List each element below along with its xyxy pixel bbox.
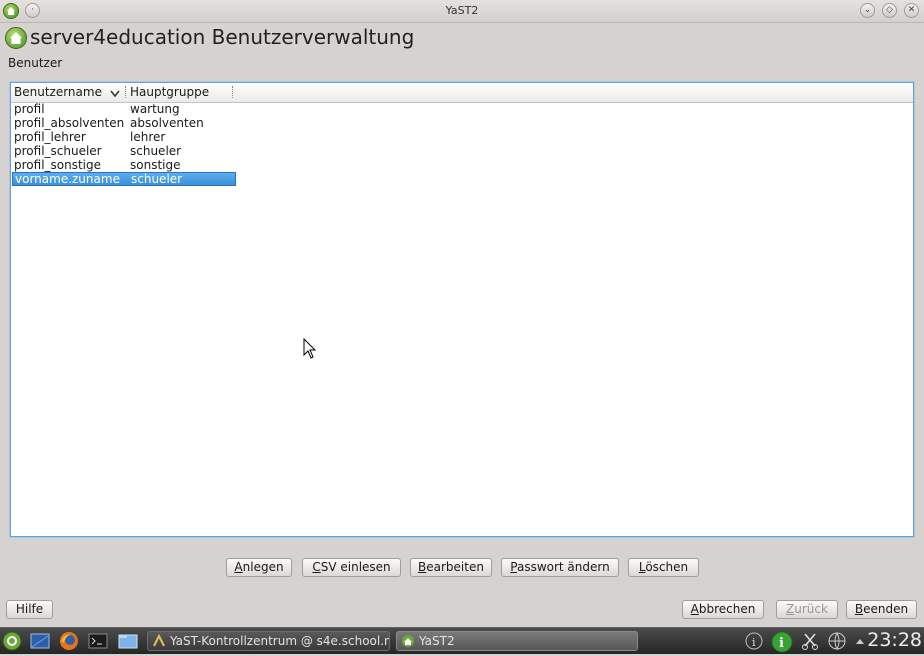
table-header: Benutzername Hauptgruppe [11, 83, 913, 103]
table-row[interactable]: profil_sonstige sonstige [11, 158, 235, 172]
back-button[interactable]: Zurück [776, 600, 838, 619]
svg-text:i: i [752, 636, 756, 649]
close-icon[interactable]: ✕ [904, 3, 919, 18]
user-table[interactable]: Benutzername Hauptgruppe profil wartung … [10, 82, 914, 537]
clock[interactable]: 23:28 [867, 629, 922, 651]
table-row-selected[interactable]: vorname.zuname schueler [12, 172, 236, 186]
scissors-icon[interactable] [799, 631, 821, 651]
cell-username: profil [14, 102, 45, 116]
finish-button[interactable]: Beenden [846, 600, 917, 619]
update-notifier-icon[interactable]: i [770, 631, 793, 653]
minimize-icon[interactable]: ⌄ [860, 3, 875, 18]
cell-group: schueler [131, 172, 183, 186]
section-label: Benutzer [8, 56, 63, 70]
bearbeiten-button[interactable]: Bearbeiten [410, 558, 492, 577]
help-button[interactable]: Hilfe [6, 600, 53, 619]
firefox-icon[interactable] [58, 631, 80, 651]
taskbar: YaST-Kontrollzentrum @ s4e.school.ne YaS… [0, 627, 924, 654]
column-header-username[interactable]: Benutzername [14, 85, 102, 99]
window-title: YaST2 [445, 4, 479, 17]
cell-group: lehrer [130, 130, 166, 144]
table-row[interactable]: profil wartung [11, 102, 235, 116]
title-bar[interactable]: · YaST2 ⌄ ◇ ✕ [0, 0, 924, 23]
anlegen-button[interactable]: Anlegen [226, 558, 292, 577]
passwort-aendern-button[interactable]: Passwort ändern [501, 558, 619, 577]
tray-expand-icon[interactable] [853, 631, 867, 651]
desktop-icon[interactable] [29, 631, 51, 651]
cell-group: schueler [130, 144, 182, 158]
column-separator[interactable] [125, 86, 127, 98]
task-yast-kontrollzentrum[interactable]: YaST-Kontrollzentrum @ s4e.school.ne [147, 631, 390, 651]
cell-username: profil_sonstige [14, 158, 102, 172]
loeschen-button[interactable]: Löschen [628, 558, 699, 577]
application-menu-icon[interactable] [1, 631, 25, 651]
svg-text:i: i [779, 636, 784, 651]
info-icon[interactable]: i [743, 631, 765, 651]
cell-group: wartung [130, 102, 180, 116]
cell-username: vorname.zuname [15, 172, 120, 186]
terminal-icon[interactable] [87, 631, 109, 651]
csv-einlesen-button[interactable]: CSV einlesen [302, 558, 401, 577]
column-separator[interactable] [232, 86, 234, 98]
table-row[interactable]: profil_absolventen absolventen [11, 116, 235, 130]
yast-kontrollzentrum-icon [152, 633, 166, 650]
page-title: server4education Benutzerverwaltung [30, 25, 415, 49]
yast-logo-icon [5, 27, 27, 49]
mouse-pointer-icon [303, 337, 317, 362]
abort-button[interactable]: Abbrechen [682, 600, 764, 619]
table-row[interactable]: profil_lehrer lehrer [11, 130, 235, 144]
network-icon[interactable] [825, 631, 847, 651]
cell-username: profil_schueler [14, 144, 102, 158]
cell-username: profil_lehrer [14, 130, 86, 144]
maximize-icon[interactable]: ◇ [882, 3, 897, 18]
column-header-group[interactable]: Hauptgruppe [130, 85, 209, 99]
cell-group: absolventen [130, 116, 204, 130]
task-yast2[interactable]: YaST2 [396, 631, 638, 651]
table-row[interactable]: profil_schueler schueler [11, 144, 235, 158]
sort-chevron-down-icon[interactable] [110, 87, 120, 101]
file-manager-icon[interactable] [117, 631, 139, 651]
yast-task-icon [401, 634, 415, 650]
cell-username: profil_absolventen [14, 116, 125, 130]
cell-group: sonstige [130, 158, 181, 172]
